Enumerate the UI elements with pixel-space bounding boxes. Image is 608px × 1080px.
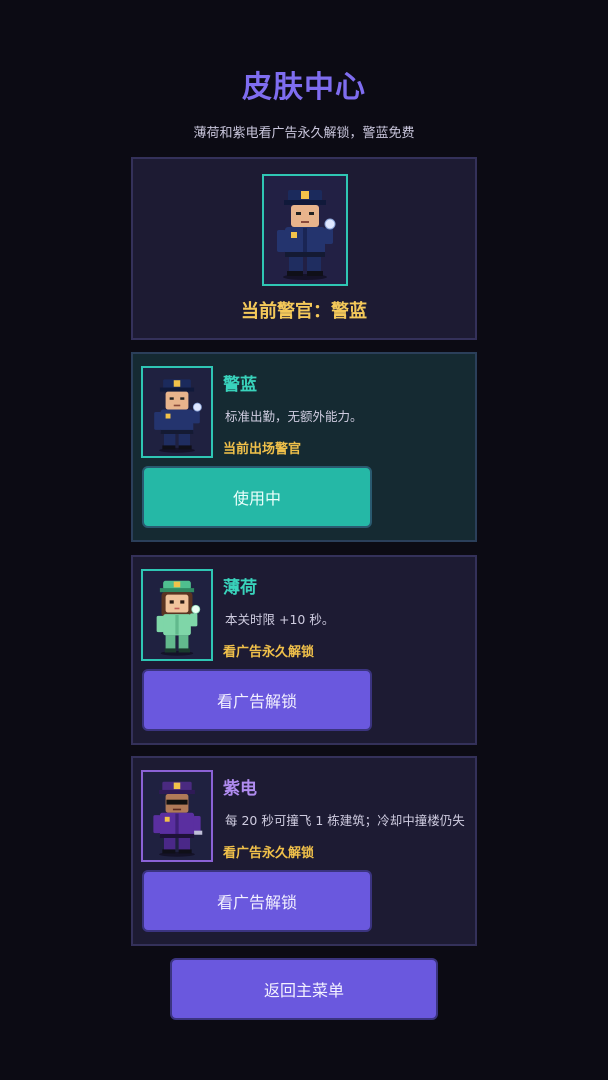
page-title: 皮肤中心 (242, 70, 366, 105)
skin-card-blue: 警蓝 标准出勤，无额外能力。 当前出场警官 使用中 (131, 352, 477, 542)
skin-portrait-frame (141, 770, 213, 862)
skin-portrait-frame (141, 569, 213, 661)
skin-description: 本关时限 +10 秒。 (225, 612, 335, 627)
police-blue-portrait-icon (277, 190, 336, 280)
skin-center-screen: 皮肤中心 薄荷和紫电看广告永久解锁，警蓝免费 当前警官：警蓝 警蓝 标准出勤，无… (0, 0, 608, 1080)
police-purple-portrait-icon (153, 781, 203, 857)
watch-ad-unlock-button[interactable]: 看广告解锁 (142, 669, 372, 731)
page-subtitle: 薄荷和紫电看广告永久解锁，警蓝免费 (193, 126, 415, 141)
skin-card-purple: 紫电 每 20 秒可撞飞 1 栋建筑；冷却中撞楼仍失 看广告永久解锁 看广告解锁 (131, 756, 477, 946)
skin-name: 薄荷 (223, 578, 257, 598)
skin-name: 警蓝 (223, 375, 257, 395)
current-officer-frame (262, 174, 348, 286)
current-officer-label: 当前警官：警蓝 (241, 301, 367, 322)
police-mint-portrait-icon (156, 580, 201, 656)
skin-status: 当前出场警官 (223, 442, 302, 457)
skin-portrait-frame (141, 366, 213, 458)
skin-name: 紫电 (223, 779, 257, 799)
skin-status: 看广告永久解锁 (223, 846, 315, 861)
current-officer-panel: 当前警官：警蓝 (131, 157, 477, 340)
police-blue-portrait-icon (154, 379, 202, 453)
back-to-menu-button[interactable]: 返回主菜单 (170, 958, 438, 1020)
watch-ad-unlock-button[interactable]: 看广告解锁 (142, 870, 372, 932)
skin-status: 看广告永久解锁 (223, 645, 315, 660)
skin-description: 标准出勤，无额外能力。 (225, 409, 363, 424)
in-use-button[interactable]: 使用中 (142, 466, 372, 528)
skin-description: 每 20 秒可撞飞 1 栋建筑；冷却中撞楼仍失 (225, 813, 465, 828)
skin-card-mint: 薄荷 本关时限 +10 秒。 看广告永久解锁 看广告解锁 (131, 555, 477, 745)
